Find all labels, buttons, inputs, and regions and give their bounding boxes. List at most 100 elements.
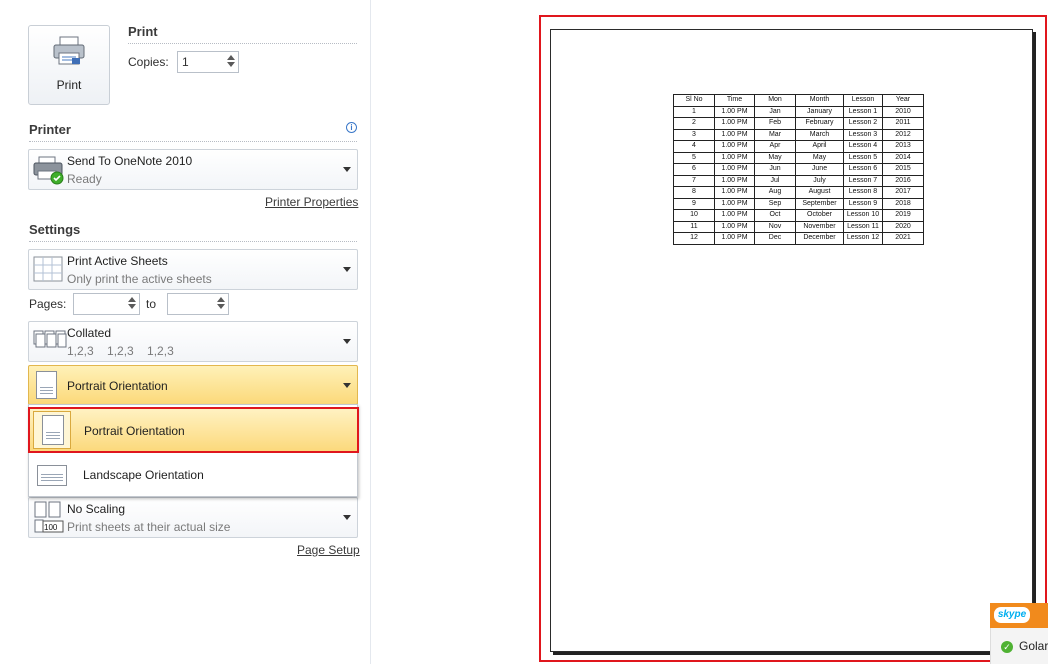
- table-cell: Mar: [754, 128, 796, 141]
- scaling-description: Print sheets at their actual size: [67, 520, 231, 534]
- column-header: Sl No: [673, 94, 715, 107]
- chevron-down-icon: [343, 339, 351, 344]
- print-heading: Print: [128, 24, 158, 39]
- table-cell: April: [795, 140, 844, 153]
- table-cell: Aug: [754, 186, 796, 199]
- scaling-badge: 100: [44, 523, 58, 532]
- printer-properties-link[interactable]: Printer Properties: [265, 195, 358, 209]
- table-cell: 3: [673, 128, 715, 141]
- table-cell: January: [795, 105, 844, 118]
- table-row: 10 1.00 PM Oct October Lesson 10 2019: [673, 209, 924, 222]
- info-icon[interactable]: i: [346, 122, 357, 133]
- no-scaling-icon: [33, 501, 65, 538]
- table-cell: June: [795, 163, 844, 176]
- table-cell: 7: [673, 174, 715, 187]
- divider: [29, 141, 357, 142]
- table-cell: 11: [673, 220, 715, 233]
- table-cell: August: [795, 186, 844, 199]
- table-cell: 1.00 PM: [714, 128, 755, 141]
- table-row: 12 1.00 PM Dec December Lesson 12 2021: [673, 232, 924, 245]
- table-cell: Lesson 4: [843, 140, 883, 153]
- collation-label: Collated: [67, 326, 112, 340]
- table-cell: March: [795, 128, 844, 141]
- printer-name: Send To OneNote 2010: [67, 154, 193, 168]
- page-setup-link[interactable]: Page Setup: [297, 543, 360, 557]
- table-cell: May: [754, 151, 796, 164]
- spinner-arrows-icon[interactable]: [126, 295, 137, 313]
- chevron-down-icon: [343, 267, 351, 272]
- table-cell: Oct: [754, 209, 796, 222]
- table-cell: 1.00 PM: [714, 151, 755, 164]
- table-cell: Apr: [754, 140, 796, 153]
- printer-status: Ready: [67, 172, 102, 186]
- table-cell: 2021: [882, 232, 924, 245]
- print-button[interactable]: Print: [28, 25, 110, 105]
- table-cell: 2012: [882, 128, 924, 141]
- table-row: 11 1.00 PM Nov November Lesson 11 2020: [673, 220, 924, 233]
- pages-label: Pages:: [29, 297, 67, 311]
- table-cell: December: [795, 232, 844, 245]
- table-cell: 1.00 PM: [714, 209, 755, 222]
- table-cell: Lesson 1: [843, 105, 883, 118]
- table-cell: 1.00 PM: [714, 220, 755, 233]
- pages-to-input[interactable]: [167, 293, 229, 315]
- table-cell: Lesson 11: [843, 220, 883, 233]
- landscape-page-icon: [37, 465, 67, 486]
- table-cell: Lesson 7: [843, 174, 883, 187]
- printer-select[interactable]: Send To OneNote 2010 Ready: [28, 149, 358, 190]
- collated-pages-icon: [33, 329, 67, 356]
- table-cell: 1.00 PM: [714, 117, 755, 130]
- print-what-description: Only print the active sheets: [67, 272, 212, 286]
- table-cell: 2016: [882, 174, 924, 187]
- online-status-icon: ✓: [1001, 641, 1013, 653]
- table-cell: 1.00 PM: [714, 232, 755, 245]
- table-row: 1 1.00 PM Jan January Lesson 1 2010: [673, 105, 924, 118]
- table-cell: 1.00 PM: [714, 163, 755, 176]
- skype-logo-icon: skype: [994, 607, 1030, 623]
- print-what-select[interactable]: Print Active Sheets Only print the activ…: [28, 249, 358, 290]
- orientation-select[interactable]: Portrait Orientation: [28, 365, 358, 405]
- skype-notification[interactable]: skype ✓ Golar: [990, 603, 1048, 664]
- table-cell: Lesson 12: [843, 232, 883, 245]
- table-cell: September: [795, 197, 844, 210]
- spinner-arrows-icon[interactable]: [225, 53, 236, 71]
- table-row: 8 1.00 PM Aug August Lesson 8 2017: [673, 186, 924, 199]
- orientation-menu: Portrait Orientation Landscape Orientati…: [28, 404, 359, 497]
- table-cell: 2020: [882, 220, 924, 233]
- table-cell: 5: [673, 151, 715, 164]
- table-cell: 1.00 PM: [714, 197, 755, 210]
- printer-ready-icon: [33, 155, 67, 188]
- table-cell: 2013: [882, 140, 924, 153]
- table-cell: 2019: [882, 209, 924, 222]
- table-body: 1 1.00 PM Jan January Lesson 1 2010 2 1.00 PM Fe…: [673, 105, 924, 245]
- copies-label: Copies:: [128, 55, 169, 69]
- table-row: 6 1.00 PM Jun June Lesson 6 2015: [673, 163, 924, 176]
- table-cell: 2018: [882, 197, 924, 210]
- printer-heading: Printer: [29, 122, 71, 137]
- table-cell: 1.00 PM: [714, 186, 755, 199]
- menu-item-portrait[interactable]: Portrait Orientation: [28, 407, 359, 453]
- pages-from-input[interactable]: [73, 293, 140, 315]
- spinner-arrows-icon[interactable]: [215, 295, 226, 313]
- column-header: Lesson: [843, 94, 883, 107]
- print-preview-page: Sl No Time Mon Month Lesson Year 1 1.00 P…: [550, 29, 1033, 652]
- collation-description: 1,2,3 1,2,3 1,2,3: [67, 344, 174, 358]
- copies-value: 1: [182, 55, 189, 69]
- portrait-page-icon: [36, 371, 57, 399]
- table-cell: Lesson 8: [843, 186, 883, 199]
- skype-bar: skype: [990, 603, 1048, 628]
- table-cell: Lesson 5: [843, 151, 883, 164]
- scaling-select[interactable]: 100 No Scaling Print sheets at their act…: [28, 497, 358, 538]
- table-cell: 1: [673, 105, 715, 118]
- skype-contact[interactable]: ✓ Golar: [990, 628, 1048, 664]
- table-cell: Dec: [754, 232, 796, 245]
- collation-select[interactable]: Collated 1,2,3 1,2,3 1,2,3: [28, 321, 358, 362]
- chevron-down-icon: [343, 515, 351, 520]
- copies-stepper[interactable]: 1: [177, 51, 239, 73]
- table-header-row: Sl No Time Mon Month Lesson Year: [673, 94, 924, 107]
- chevron-down-icon: [343, 383, 351, 388]
- table-cell: 8: [673, 186, 715, 199]
- sheets-grid-icon: [33, 256, 63, 285]
- table-cell: 2: [673, 117, 715, 130]
- menu-item-landscape[interactable]: Landscape Orientation: [29, 453, 357, 497]
